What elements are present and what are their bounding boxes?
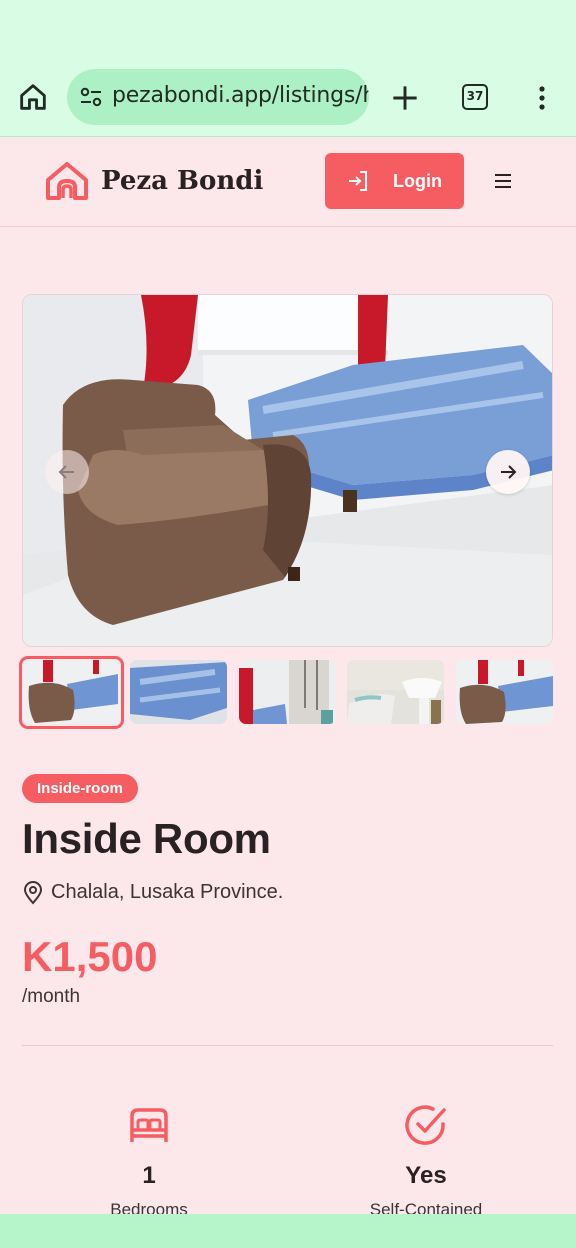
login-icon [349, 171, 367, 191]
home-icon[interactable] [16, 80, 50, 114]
previous-photo-button[interactable] [45, 450, 89, 494]
system-navigation-bar [0, 1214, 576, 1248]
house-logo-icon[interactable] [44, 160, 90, 202]
thumbnail-image [347, 660, 444, 724]
browser-toolbar: pezabondi.app/listings/h 37 [0, 0, 576, 137]
login-button[interactable]: Login [325, 153, 464, 209]
thumbnail-1[interactable] [19, 656, 124, 729]
plus-icon[interactable] [391, 84, 419, 112]
hamburger-menu-icon[interactable] [492, 171, 514, 191]
check-circle-icon [405, 1105, 446, 1145]
thumbnail-3[interactable] [239, 660, 336, 724]
listing-title: Inside Room [22, 815, 271, 862]
room-photo [23, 295, 552, 646]
address-bar[interactable]: pezabondi.app/listings/h [67, 69, 369, 125]
divider [22, 1045, 553, 1046]
location-pin-icon [23, 881, 43, 905]
login-label: Login [393, 171, 442, 191]
thumbnail-image [239, 660, 336, 724]
tune-icon[interactable] [79, 86, 103, 108]
feature-self-contained: Yes Self-Contained [326, 1102, 526, 1220]
listing-location: Chalala, Lusaka Province. [51, 881, 284, 903]
thumbnail-5[interactable] [456, 660, 553, 724]
bed-icon [130, 1108, 168, 1142]
kebab-menu-icon[interactable] [534, 85, 550, 111]
brand-name[interactable]: Peza Bondi [101, 166, 263, 196]
next-photo-button[interactable] [486, 450, 530, 494]
arrow-left-icon [58, 465, 74, 479]
feature-bedrooms: 1 Bedrooms [49, 1102, 249, 1220]
bedrooms-value: 1 [142, 1162, 156, 1189]
site-header: Peza Bondi Login [0, 138, 576, 227]
self-contained-value: Yes [405, 1162, 447, 1189]
tabs-icon[interactable]: 37 [462, 84, 488, 110]
main-photo[interactable] [22, 294, 553, 647]
thumbnail-2[interactable] [130, 660, 227, 724]
url-text: pezabondi.app/listings/h [112, 83, 369, 108]
thumbnail-4[interactable] [347, 660, 444, 724]
arrow-right-icon [501, 465, 517, 479]
thumbnail-image [456, 660, 553, 724]
thumbnail-image [23, 660, 120, 723]
category-badge: Inside-room [22, 774, 138, 803]
listing-price: K1,500 [22, 933, 158, 980]
thumbnail-image [130, 660, 227, 724]
price-period: /month [22, 986, 81, 1007]
